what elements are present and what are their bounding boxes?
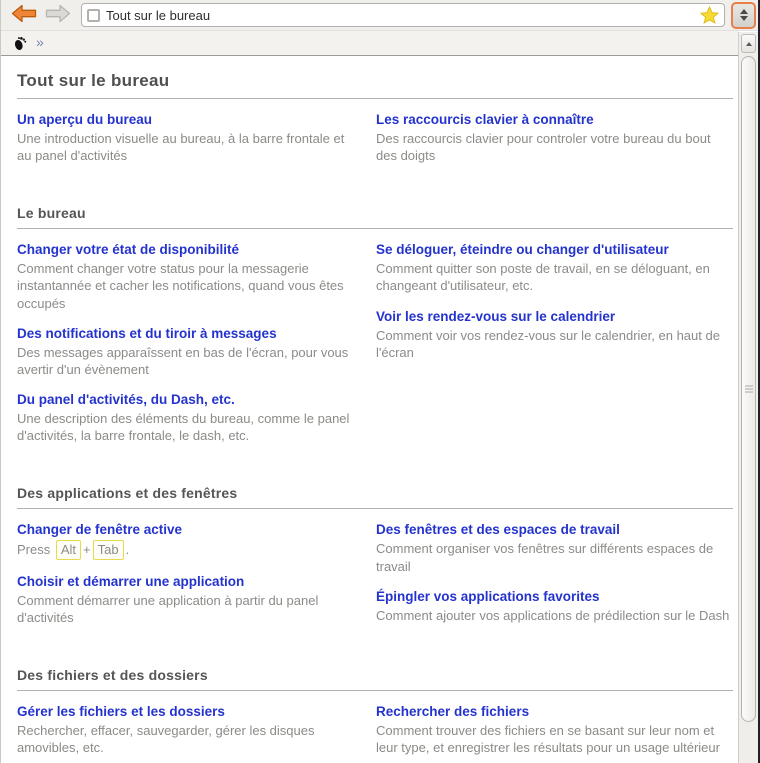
topic-item: Changer votre état de disponibilité Comme… [17, 242, 358, 311]
topic-column: Changer votre état de disponibilité Comme… [17, 242, 358, 458]
topic-item: Épingler vos applications favorites Comme… [376, 589, 733, 624]
section-columns: Gérer les fichiers et les dossiers Recher… [17, 704, 733, 763]
topic-link[interactable]: Changer votre état de disponibilité [17, 242, 239, 257]
spin-down-icon[interactable] [740, 16, 748, 21]
topic-desc: Une introduction visuelle au bureau, à l… [17, 130, 358, 164]
page-title: Tout sur le bureau [17, 71, 733, 91]
topic-desc: Comment ajouter vos applications de préd… [376, 607, 733, 624]
topic-link[interactable]: Des fenêtres et des espaces de travail [376, 522, 620, 537]
topic-desc: Comment organiser vos fenêtres sur diffé… [376, 540, 733, 574]
section-divider [17, 508, 733, 509]
topic-desc: Des raccourcis clavier pour controler vo… [376, 130, 733, 164]
keyboard-key: Alt [56, 540, 81, 559]
topic-link[interactable]: Gérer les fichiers et les dossiers [17, 704, 225, 719]
section-columns: Un aperçu du bureau Une introduction visu… [17, 112, 733, 178]
topic-column: Les raccourcis clavier à connaître Des ra… [376, 112, 733, 178]
location-text: Tout sur le bureau [106, 8, 694, 23]
topic-item: Choisir et démarrer une application Comme… [17, 574, 358, 626]
page-icon [87, 9, 100, 22]
topic-link[interactable]: Voir les rendez-vous sur le calendrier [376, 309, 615, 324]
spin-button[interactable] [731, 2, 756, 29]
section-heading: Des applications et des fenêtres [17, 485, 733, 501]
section-columns: Changer votre état de disponibilité Comme… [17, 242, 733, 458]
topic-link[interactable]: Épingler vos applications favorites [376, 589, 600, 604]
topic-item: Les raccourcis clavier à connaître Des ra… [376, 112, 733, 164]
topic-column: Se déloguer, éteindre ou changer d'utili… [376, 242, 733, 375]
topic-desc: Comment changer votre status pour la mes… [17, 260, 358, 311]
topic-desc: Comment trouver des fichiers en se basan… [376, 722, 733, 756]
section-divider [17, 690, 733, 691]
location-field[interactable]: Tout sur le bureau [81, 3, 725, 27]
topic-item: Rechercher des fichiers Comment trouver d… [376, 704, 733, 756]
title-divider [17, 98, 733, 99]
topic-item: Du panel d'activités, du Dash, etc. Une d… [17, 392, 358, 444]
gnome-foot-icon[interactable] [13, 36, 27, 51]
breadcrumb: » [1, 31, 738, 56]
section-heading: Le bureau [17, 205, 733, 221]
desc-text: + [83, 542, 91, 557]
back-button[interactable] [7, 3, 41, 27]
forward-icon [44, 4, 72, 26]
scrollbar-grip-icon [745, 386, 753, 393]
toolbar: Tout sur le bureau [1, 0, 760, 31]
scrollbar-thumb[interactable] [741, 56, 756, 722]
desc-text: Press [17, 542, 54, 557]
topic-desc: Comment démarrer une application à parti… [17, 592, 358, 626]
spin-up-icon[interactable] [740, 9, 748, 14]
topic-item: Voir les rendez-vous sur le calendrier Co… [376, 309, 733, 361]
topic-column: Rechercher des fichiers Comment trouver d… [376, 704, 733, 763]
scrollbar-track[interactable] [738, 32, 758, 763]
topic-desc: Comment quitter son poste de travail, en… [376, 260, 733, 294]
topic-desc: Rechercher, effacer, sauvegarder, gérer … [17, 722, 358, 756]
topic-item: Changer de fenêtre active Press Alt+Tab. [17, 522, 358, 559]
bookmark-star-icon[interactable] [700, 6, 719, 24]
topic-column: Des fenêtres et des espaces de travail Co… [376, 522, 733, 637]
scroll-up-button[interactable] [741, 34, 756, 53]
forward-button[interactable] [41, 3, 75, 27]
topic-link[interactable]: Rechercher des fichiers [376, 704, 529, 719]
topic-item: Un aperçu du bureau Une introduction visu… [17, 112, 358, 164]
back-icon [10, 4, 38, 26]
topic-link[interactable]: Du panel d'activités, du Dash, etc. [17, 392, 235, 407]
topic-link[interactable]: Les raccourcis clavier à connaître [376, 112, 594, 127]
topic-link[interactable]: Se déloguer, éteindre ou changer d'utili… [376, 242, 669, 257]
topic-sections: Un aperçu du bureau Une introduction visu… [17, 112, 733, 763]
content-area: Tout sur le bureau Un aperçu du bureauUn… [2, 57, 737, 763]
topic-column: Gérer les fichiers et les dossiers Recher… [17, 704, 358, 763]
topic-link[interactable]: Choisir et démarrer une application [17, 574, 244, 589]
chevron-right-icon[interactable]: » [36, 35, 44, 51]
topic-column: Changer de fenêtre activePress Alt+Tab.C… [17, 522, 358, 639]
topic-link[interactable]: Un aperçu du bureau [17, 112, 152, 127]
topic-link[interactable]: Des notifications et du tiroir à message… [17, 326, 277, 341]
section-heading: Des fichiers et des dossiers [17, 667, 733, 683]
topic-desc: Press Alt+Tab. [17, 540, 358, 559]
topic-link[interactable]: Changer de fenêtre active [17, 522, 182, 537]
section-columns: Changer de fenêtre activePress Alt+Tab.C… [17, 522, 733, 639]
scroll-up-icon [746, 42, 752, 46]
topic-item: Des fenêtres et des espaces de travail Co… [376, 522, 733, 574]
topic-column: Un aperçu du bureau Une introduction visu… [17, 112, 358, 178]
topic-desc: Une description des éléments du bureau, … [17, 410, 358, 444]
topic-item: Se déloguer, éteindre ou changer d'utili… [376, 242, 733, 294]
topic-desc: Des messages apparaîssent en bas de l'éc… [17, 344, 358, 378]
topic-desc: Comment voir vos rendez-vous sur le cale… [376, 327, 733, 361]
desc-text: . [126, 542, 130, 557]
keyboard-key: Tab [93, 540, 124, 559]
topic-item: Des notifications et du tiroir à message… [17, 326, 358, 378]
topic-item: Gérer les fichiers et les dossiers Recher… [17, 704, 358, 756]
section-divider [17, 228, 733, 229]
